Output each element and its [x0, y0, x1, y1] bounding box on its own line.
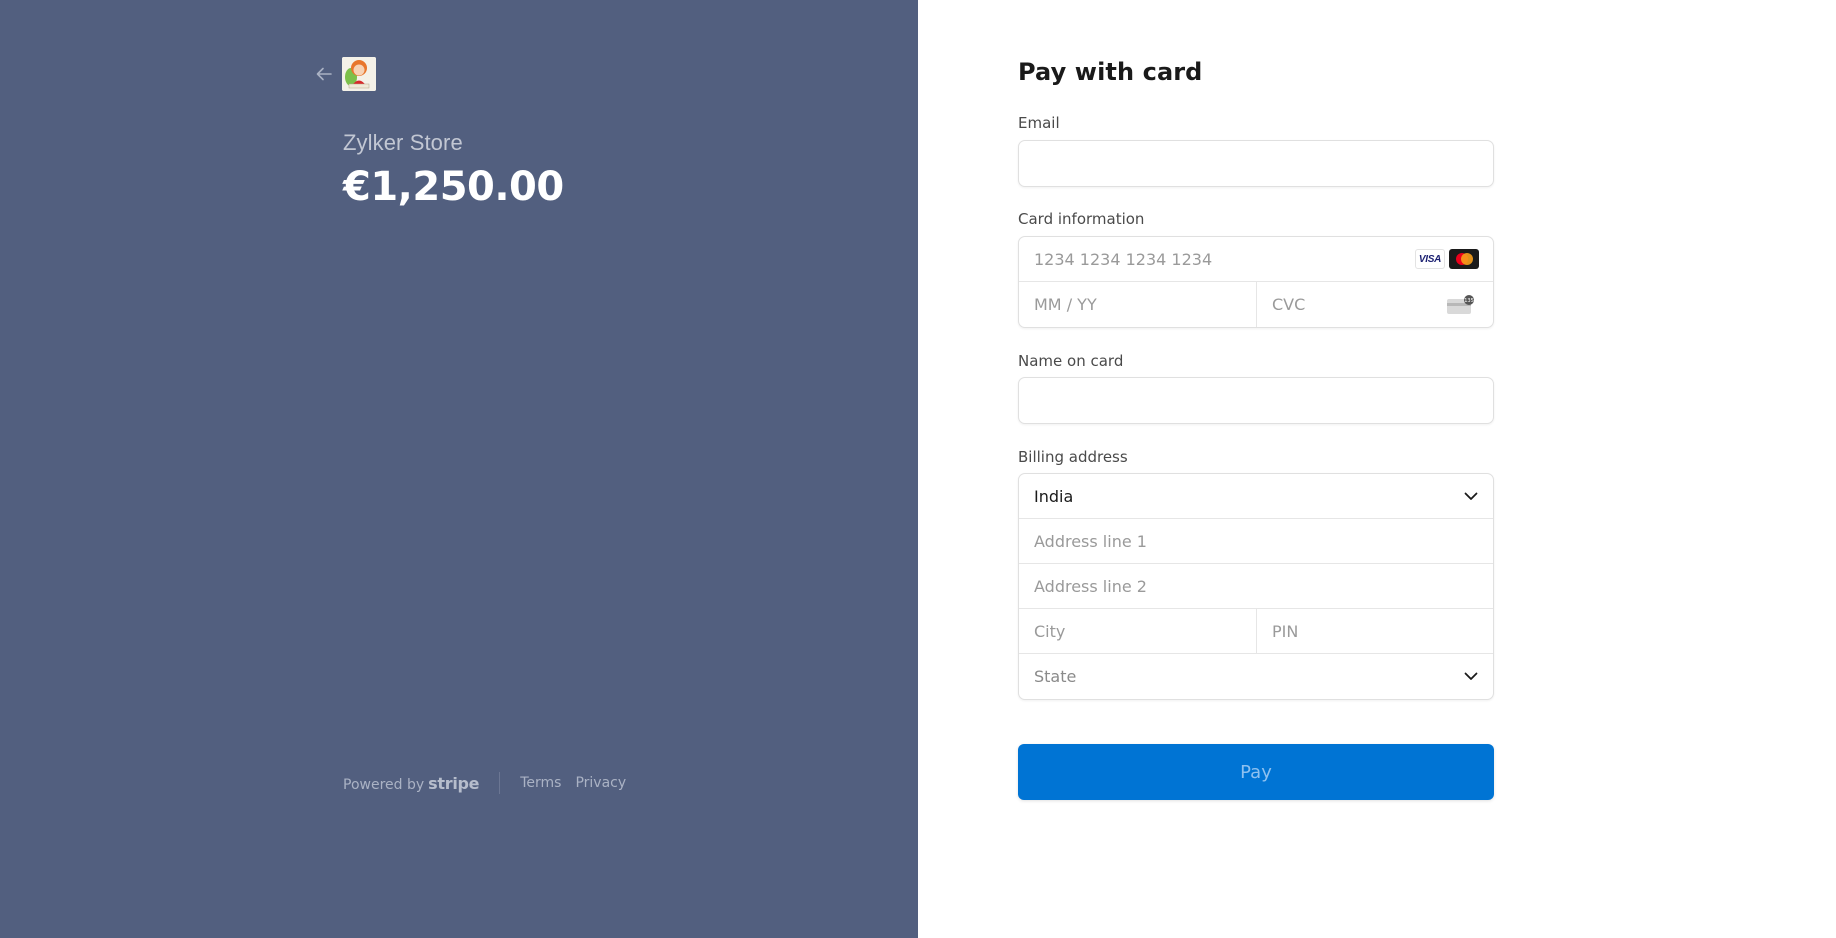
merchant-panel: Zylker Store €1,250.00 Powered by stripe… [0, 0, 918, 938]
name-field-wrapper [1018, 377, 1494, 424]
email-input[interactable] [1019, 141, 1493, 186]
visa-icon: VISA [1415, 249, 1445, 269]
address-line1-input[interactable] [1019, 519, 1493, 563]
card-info-group: VISA 135 [1018, 236, 1494, 328]
privacy-link[interactable]: Privacy [575, 775, 626, 791]
state-placeholder: State [1034, 667, 1077, 686]
state-select[interactable]: State [1019, 654, 1493, 699]
city-pin-row [1019, 609, 1493, 654]
merchant-logo [342, 57, 376, 91]
back-button[interactable] [316, 57, 342, 91]
cvc-card-icon: 135 [1447, 294, 1474, 314]
card-number-row: VISA [1019, 237, 1493, 282]
stripe-logo: stripe [428, 773, 480, 793]
cvc-cell: 135 [1256, 282, 1493, 327]
billing-address-label: Billing address [1018, 448, 1128, 466]
address-line2-row [1019, 564, 1493, 609]
pin-input[interactable] [1257, 609, 1493, 653]
total-amount: €1,250.00 [343, 164, 564, 210]
chevron-down-icon [1464, 672, 1478, 680]
merchant-logo-image [342, 57, 376, 91]
merchant-header [316, 57, 376, 91]
city-input[interactable] [1019, 609, 1256, 653]
name-on-card-label: Name on card [1018, 352, 1124, 370]
powered-by-stripe[interactable]: Powered by stripe [343, 773, 480, 793]
pay-button[interactable]: Pay [1018, 744, 1494, 800]
name-on-card-input[interactable] [1019, 378, 1493, 423]
svg-text:135: 135 [1464, 298, 1474, 304]
card-info-label: Card information [1018, 210, 1145, 228]
card-expiry-cvc-row: 135 [1019, 282, 1493, 327]
footer: Powered by stripe Terms Privacy [343, 772, 640, 794]
address-line1-row [1019, 519, 1493, 564]
terms-link[interactable]: Terms [520, 775, 561, 791]
email-field-wrapper [1018, 140, 1494, 187]
city-cell [1019, 609, 1256, 653]
pin-cell [1256, 609, 1493, 653]
chevron-down-icon [1464, 492, 1478, 500]
billing-address-group: India State [1018, 473, 1494, 700]
footer-divider [499, 772, 501, 794]
mastercard-icon [1449, 249, 1479, 269]
form-title: Pay with card [1018, 58, 1203, 86]
country-select[interactable]: India [1019, 474, 1493, 519]
expiry-cell [1019, 282, 1256, 327]
country-value: India [1034, 486, 1074, 506]
card-expiry-input[interactable] [1019, 282, 1256, 327]
card-brands: VISA [1415, 249, 1479, 269]
arrow-left-icon [316, 67, 332, 81]
merchant-name: Zylker Store [343, 130, 463, 155]
address-line2-input[interactable] [1019, 564, 1493, 608]
powered-by-label: Powered by [343, 776, 425, 793]
email-label: Email [1018, 114, 1060, 132]
